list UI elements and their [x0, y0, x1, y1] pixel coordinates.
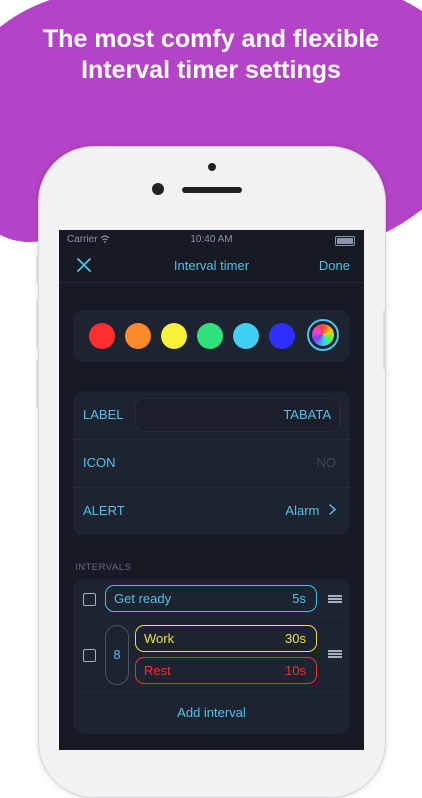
rest-duration: 10s: [285, 663, 306, 678]
work-duration: 30s: [285, 631, 306, 646]
app-screen: Carrier 10:40 AM Interval timer Done LAB…: [59, 230, 364, 750]
get-ready-duration: 5s: [292, 591, 306, 606]
volume-down-button: [36, 360, 39, 408]
label-row: LABEL TABATA: [73, 391, 350, 440]
color-swatch-green[interactable]: [197, 323, 223, 349]
label-value: TABATA: [283, 407, 331, 422]
status-bar: Carrier 10:40 AM: [59, 230, 364, 250]
color-picker: [73, 310, 350, 362]
color-swatch-blue[interactable]: [269, 323, 295, 349]
work-interval[interactable]: Work 30s: [135, 625, 317, 652]
work-name: Work: [144, 631, 175, 646]
promo-headline: The most comfy and flexible Interval tim…: [42, 25, 380, 84]
volume-up-button: [36, 300, 39, 348]
chevron-right-icon: [329, 504, 336, 515]
color-wheel-gradient: [312, 324, 334, 346]
icon-title: ICON: [83, 455, 116, 470]
get-ready-name: Get ready: [114, 591, 172, 606]
color-swatch-orange[interactable]: [125, 323, 151, 349]
alert-value-wrap: Alarm: [285, 503, 336, 518]
alert-title: ALERT: [83, 503, 125, 518]
icon-value: NO: [316, 455, 337, 470]
drag-handle-icon[interactable]: [328, 650, 342, 658]
custom-color-wheel-icon[interactable]: [307, 319, 339, 351]
color-swatch-red[interactable]: [89, 323, 115, 349]
battery-icon: [335, 236, 355, 246]
alert-row[interactable]: ALERT Alarm: [73, 487, 350, 535]
add-interval-button[interactable]: Add interval: [73, 705, 350, 720]
intervals-section-title: INTERVALS: [75, 562, 132, 573]
repeat-count[interactable]: 8: [105, 625, 129, 685]
rest-name: Rest: [144, 663, 171, 678]
repeat-group-checkbox[interactable]: [83, 649, 96, 662]
front-camera: [152, 183, 164, 195]
label-title: LABEL: [83, 407, 124, 422]
interval-divider: [81, 691, 342, 692]
intervals-card: Get ready 5s 8 Work 30s Rest 10s Add int…: [73, 579, 350, 734]
proximity-sensor: [208, 163, 216, 171]
done-button[interactable]: Done: [319, 258, 350, 273]
drag-handle-icon[interactable]: [328, 595, 342, 603]
get-ready-checkbox[interactable]: [83, 593, 96, 606]
interval-divider: [115, 617, 342, 618]
navigation-bar: Interval timer Done: [59, 250, 364, 283]
mute-switch: [36, 255, 39, 283]
icon-row[interactable]: ICON NO: [73, 439, 350, 488]
rest-interval[interactable]: Rest 10s: [135, 657, 317, 684]
status-time: 10:40 AM: [190, 234, 233, 245]
color-swatch-yellow[interactable]: [161, 323, 187, 349]
get-ready-interval[interactable]: Get ready 5s: [105, 585, 317, 612]
earpiece-speaker: [182, 187, 242, 193]
power-button: [383, 310, 386, 370]
alert-value: Alarm: [285, 503, 320, 518]
timer-settings-card: LABEL TABATA ICON NO ALERT Alarm: [73, 391, 350, 535]
color-swatch-cyan[interactable]: [233, 323, 259, 349]
label-input[interactable]: TABATA: [135, 398, 340, 432]
